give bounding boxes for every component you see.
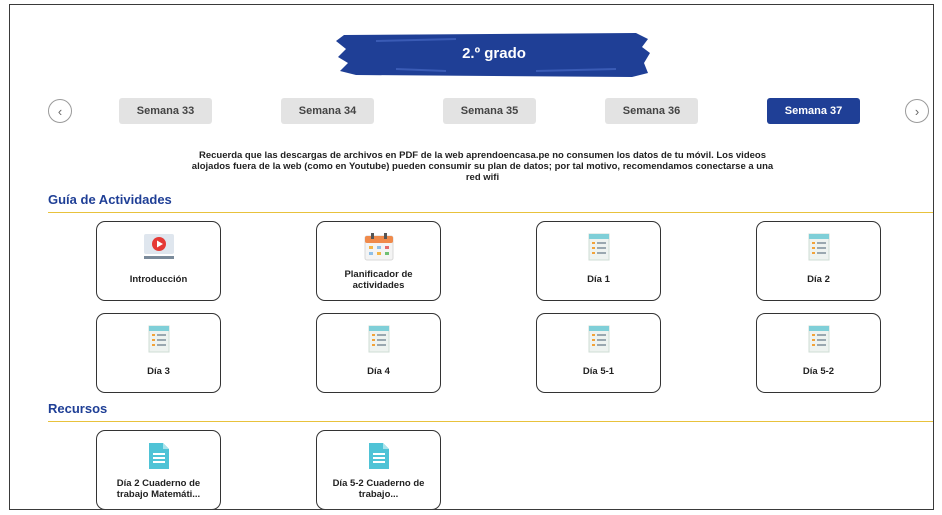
section-title-guia: Guía de Actividades: [48, 192, 172, 207]
tab-semana-33[interactable]: Semana 33: [119, 98, 212, 124]
card-label: Día 3: [147, 366, 170, 377]
grade-banner: 2.º grado: [336, 31, 652, 79]
card-label: Día 1: [587, 274, 610, 285]
card-dia-3[interactable]: Día 3: [96, 313, 221, 393]
calendar-icon: [364, 233, 393, 261]
section-title-recursos: Recursos: [48, 401, 108, 416]
section-divider: [48, 421, 933, 422]
card-label: Día 2: [807, 274, 830, 285]
tab-semana-36[interactable]: Semana 36: [605, 98, 698, 124]
card-dia-5-1[interactable]: Día 5-1: [536, 313, 661, 393]
document-icon: [808, 233, 829, 261]
file-icon: [148, 443, 169, 469]
file-icon: [368, 443, 389, 469]
card-recurso-dia-5-2-cuaderno[interactable]: Día 5-2 Cuaderno de trabajo...: [316, 430, 441, 509]
prev-week-button[interactable]: ‹: [48, 99, 72, 123]
chevron-left-icon: ‹: [57, 103, 63, 119]
card-label: Día 5-1: [582, 366, 615, 377]
card-label: Día 5-2 Cuaderno de trabajo...: [332, 478, 425, 500]
document-icon: [588, 325, 609, 353]
card-label: Introducción: [129, 274, 188, 285]
document-icon: [148, 325, 169, 353]
tab-semana-37[interactable]: Semana 37: [767, 98, 860, 124]
next-week-button[interactable]: ›: [905, 99, 929, 123]
tab-semana-34[interactable]: Semana 34: [281, 98, 374, 124]
card-recurso-dia-2-cuaderno[interactable]: Día 2 Cuaderno de trabajo Matemáti...: [96, 430, 221, 509]
chevron-right-icon: ›: [914, 103, 920, 119]
document-icon: [808, 325, 829, 353]
card-introduccion[interactable]: Introducción: [96, 221, 221, 301]
grade-title: 2.º grado: [462, 45, 526, 62]
document-icon: [588, 233, 609, 261]
document-icon: [368, 325, 389, 353]
card-label: Día 2 Cuaderno de trabajo Matemáti...: [116, 478, 201, 500]
card-dia-1[interactable]: Día 1: [536, 221, 661, 301]
video-icon: [143, 234, 174, 259]
card-planificador[interactable]: Planificador de actividades: [316, 221, 441, 301]
page-frame: 2.º grado ‹ Semana 33 Semana 34 Semana 3…: [9, 4, 934, 510]
card-label: Día 4: [367, 366, 390, 377]
tab-semana-35[interactable]: Semana 35: [443, 98, 536, 124]
data-usage-notice: Recuerda que las descargas de archivos e…: [191, 150, 774, 183]
card-dia-5-2[interactable]: Día 5-2: [756, 313, 881, 393]
card-label: Día 5-2: [802, 366, 835, 377]
section-divider: [48, 212, 933, 213]
card-label: Planificador de actividades: [344, 269, 413, 291]
card-dia-4[interactable]: Día 4: [316, 313, 441, 393]
card-dia-2[interactable]: Día 2: [756, 221, 881, 301]
